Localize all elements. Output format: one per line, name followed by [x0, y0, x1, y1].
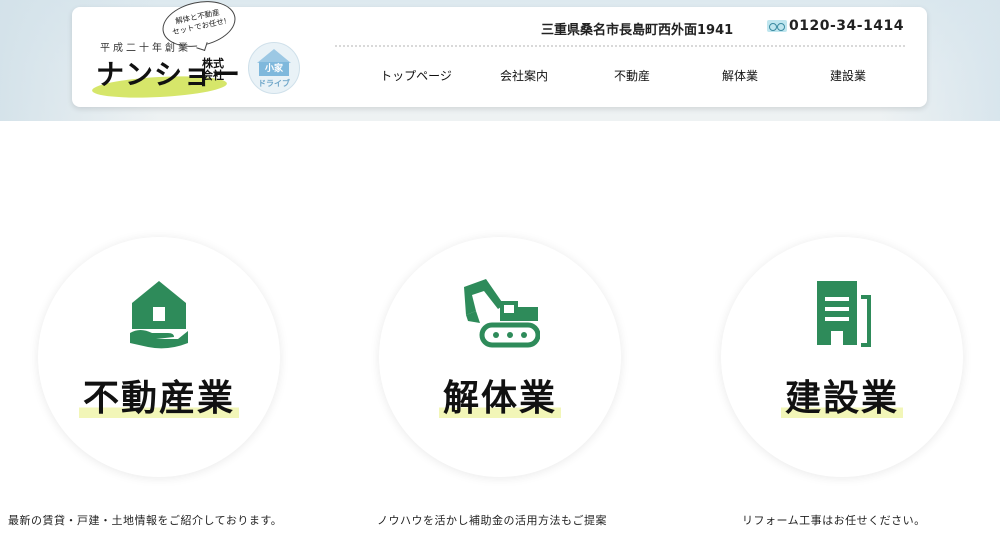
building-icon	[807, 277, 877, 353]
nav-item-construction[interactable]: 建設業	[794, 67, 902, 84]
service-card-construction[interactable]: 建設業	[721, 237, 963, 477]
partner-badge-main: 小家	[259, 62, 289, 76]
speech-bubble-text: 解体と不動産 セットでお任せ!	[171, 7, 228, 37]
service-title-demolition: 解体業	[379, 369, 621, 421]
roof-icon	[257, 49, 291, 63]
nav-item-top[interactable]: トップページ	[362, 67, 470, 84]
service-title-construction: 建設業	[721, 369, 963, 421]
company-address: 三重県桑名市長島町西外面1941	[541, 23, 734, 38]
site-header: 解体と不動産 セットでお任せ! 平成二十年創業 ナンショー 株式会社 小家 ドラ…	[72, 0, 927, 107]
phone-number-text: 0120-34-1414	[789, 18, 905, 34]
service-desc-demolition: ノウハウを活かし補助金の活用方法もご提案	[377, 514, 607, 527]
excavator-icon	[460, 277, 541, 355]
phone-number[interactable]: 0120-34-1414	[767, 18, 904, 34]
established-label: 平成二十年創業	[100, 43, 191, 54]
header-divider	[335, 45, 905, 47]
service-desc-real-estate: 最新の賃貸・戸建・土地情報をご紹介しております。	[8, 514, 283, 527]
partner-badge-sub: ドライブ	[258, 79, 290, 88]
service-card-real-estate[interactable]: 不動産業	[38, 237, 280, 477]
free-dial-icon	[767, 20, 787, 32]
nav-item-demolition[interactable]: 解体業	[686, 67, 794, 84]
main-nav: トップページ 会社案内 不動産 解体業 建設業	[362, 67, 902, 84]
house-hand-icon	[128, 277, 190, 353]
service-title-real-estate: 不動産業	[38, 369, 280, 421]
nav-item-real-estate[interactable]: 不動産	[578, 67, 686, 84]
service-desc-construction: リフォーム工事はお任せください。	[742, 514, 926, 527]
service-card-demolition[interactable]: 解体業	[379, 237, 621, 477]
nav-item-company[interactable]: 会社案内	[470, 67, 578, 84]
partner-badge-logo[interactable]: 小家 ドライブ	[248, 42, 300, 94]
company-type-label: 株式会社	[202, 57, 224, 82]
